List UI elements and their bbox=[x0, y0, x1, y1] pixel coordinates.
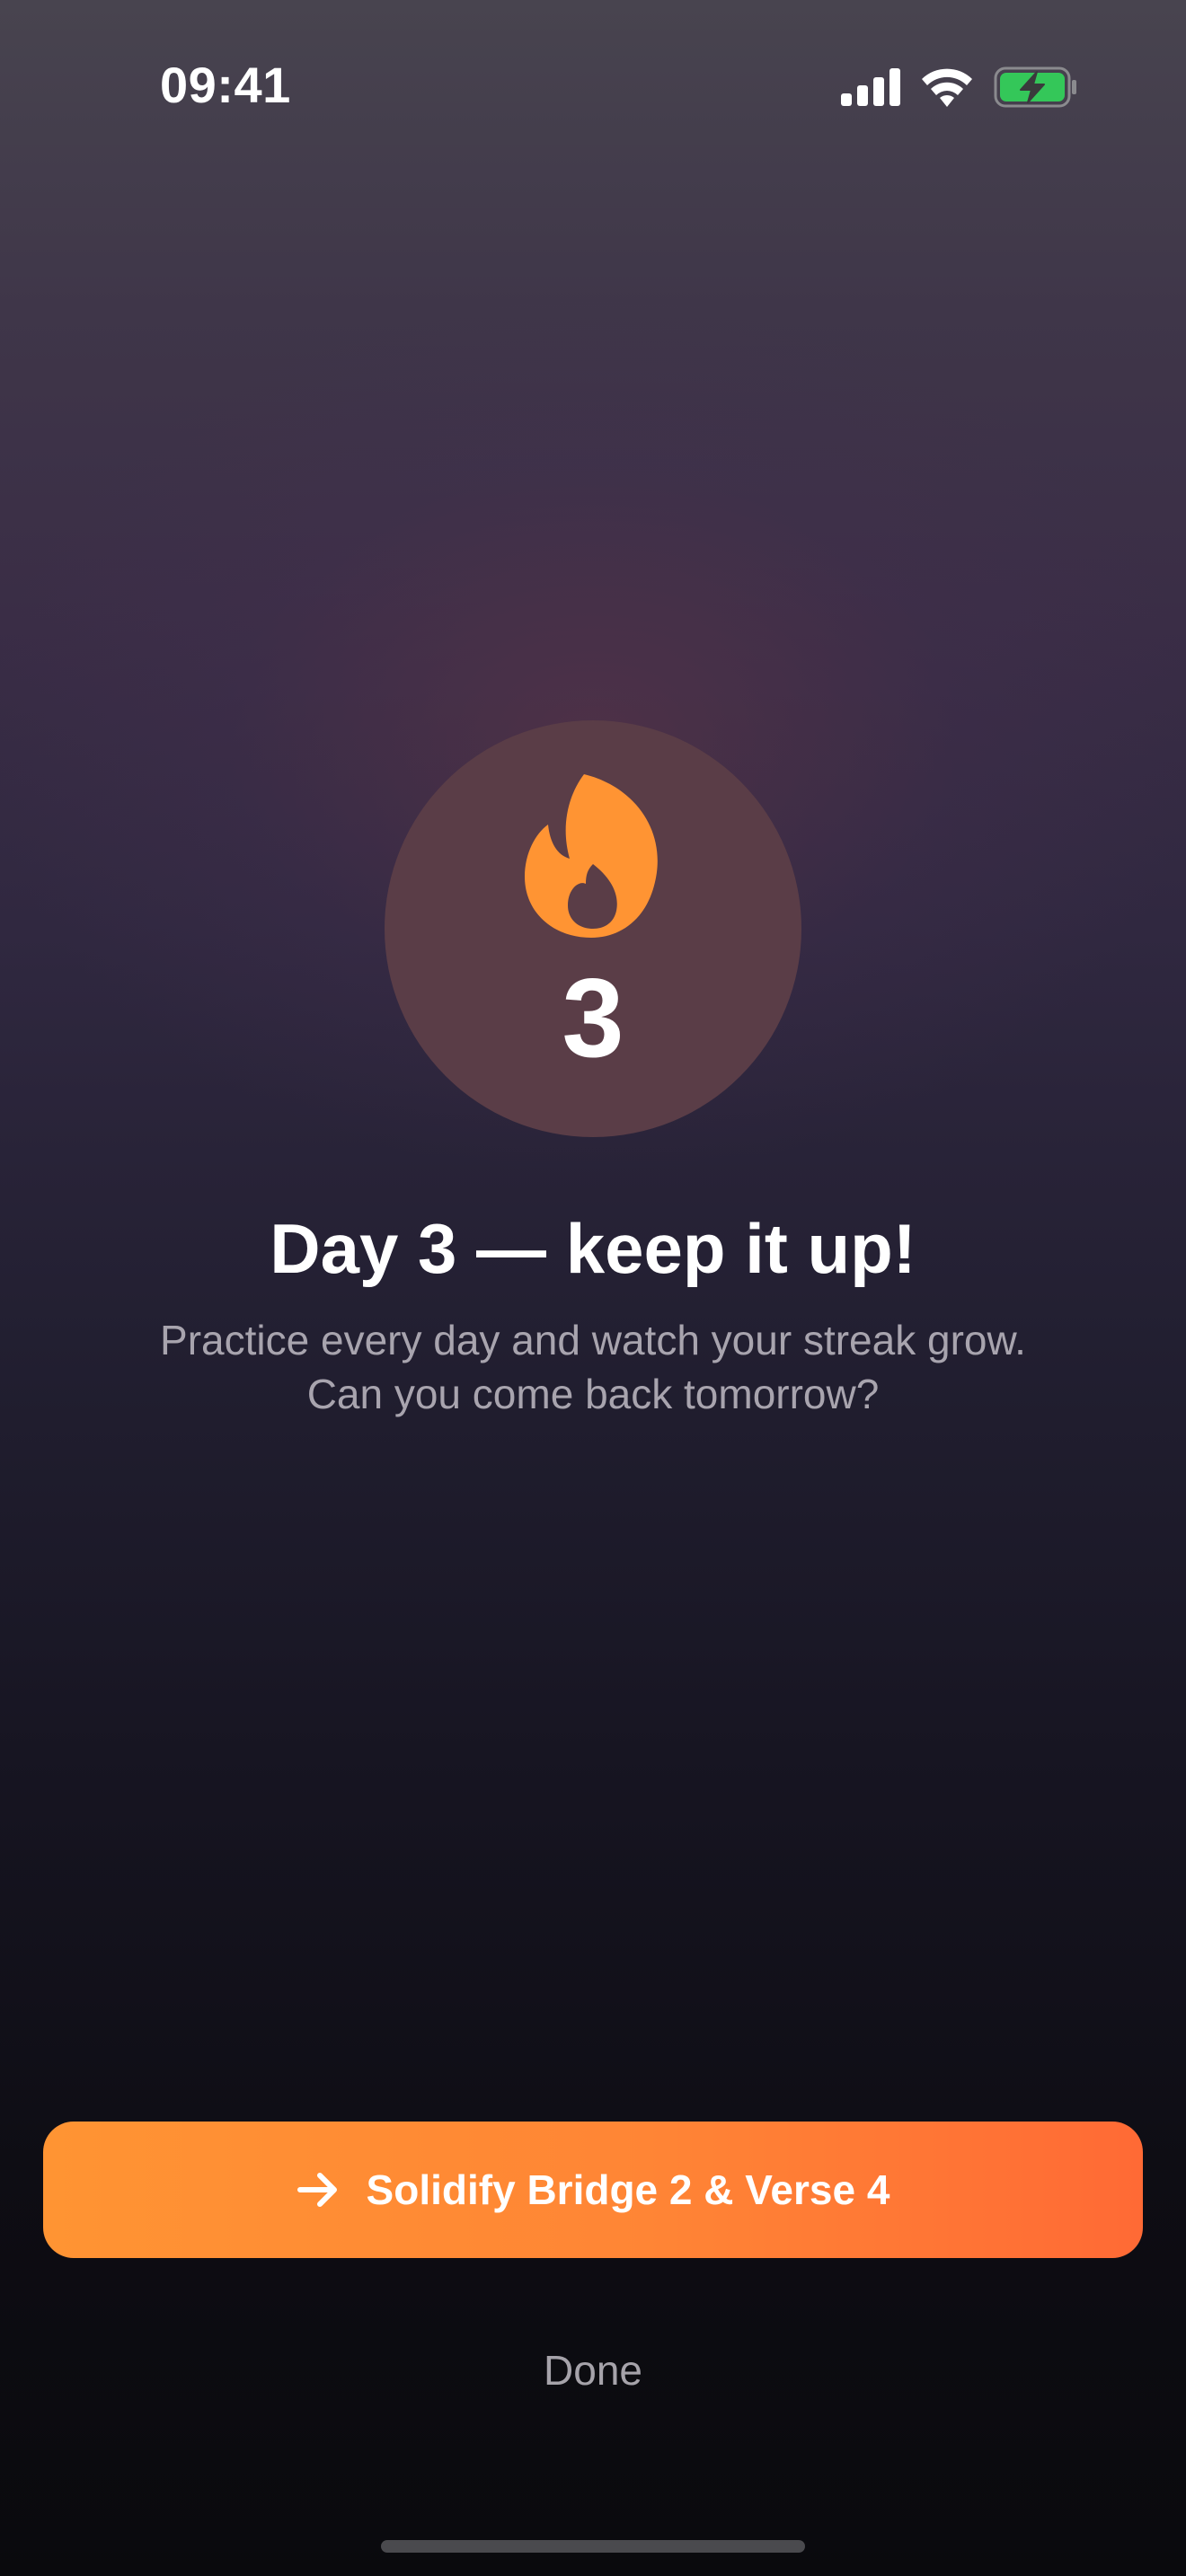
arrow-right-icon bbox=[296, 2173, 337, 2207]
subtitle: Practice every day and watch your streak… bbox=[72, 1313, 1114, 1421]
cellular-signal-icon bbox=[841, 68, 900, 106]
status-bar: 09:41 bbox=[0, 0, 1186, 171]
done-button[interactable]: Done bbox=[413, 2339, 773, 2402]
streak-count: 3 bbox=[562, 957, 624, 1081]
streak-badge: 3 bbox=[385, 720, 801, 1137]
wifi-icon bbox=[922, 68, 972, 107]
home-indicator[interactable] bbox=[381, 2540, 805, 2553]
headline: Day 3 — keep it up! bbox=[270, 1209, 916, 1288]
status-time: 09:41 bbox=[160, 57, 291, 113]
solidify-button[interactable]: Solidify Bridge 2 & Verse 4 bbox=[43, 2122, 1143, 2258]
status-icons bbox=[841, 65, 1078, 110]
battery-charging-icon bbox=[994, 66, 1076, 108]
solidify-button-label: Solidify Bridge 2 & Verse 4 bbox=[366, 2166, 890, 2213]
subtitle-line-2: Can you come back tomorrow? bbox=[306, 1371, 880, 1417]
flame-icon bbox=[525, 774, 658, 938]
subtitle-line-1: Practice every day and watch your streak… bbox=[160, 1317, 1026, 1363]
